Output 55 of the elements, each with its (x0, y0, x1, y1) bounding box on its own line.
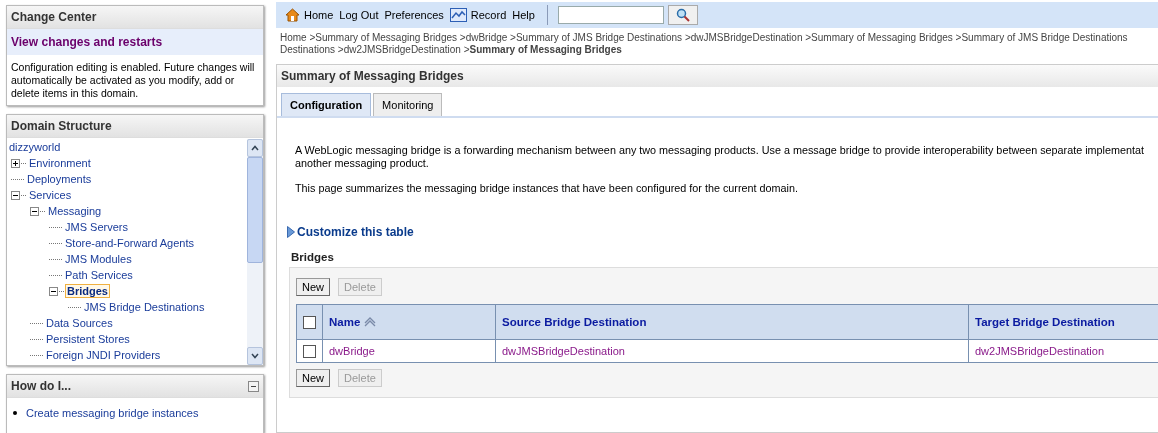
expand-icon[interactable] (11, 158, 20, 168)
search-field[interactable] (557, 6, 664, 24)
search-icon (675, 8, 690, 22)
tree-item[interactable]: JMS Servers (63, 220, 130, 234)
scroll-down-icon[interactable] (251, 353, 259, 359)
description: A WebLogic messaging bridge is a forwarding mechanism between any two messaging products. Use a message bridge to provide interoperability between separate implementat another messaging product. (295, 144, 1146, 170)
table-title: Bridges (291, 251, 335, 263)
breadcrumb[interactable]: Home >Summary of Messaging Bridges >dwBridge >Summary of JMS Bridge Destinations >dwJMSBridgeDestination >Summary of Messaging Bridges >Summary of JMS Bridge Destinations Destinations >dw2JMSBridgeDestination >Summary of Messaging Bridges (276, 28, 1158, 64)
table-cell[interactable]: dwBridge (329, 345, 375, 357)
tree-item[interactable]: Services (27, 188, 74, 202)
home-icon[interactable] (285, 8, 300, 22)
config-message: Configuration editing is enabled. Future changes will automatically be activated as you modify, add or delete items in this domain. (10, 60, 256, 101)
row-checkbox[interactable] (303, 344, 316, 358)
customize-link[interactable]: Customize this table (297, 225, 414, 239)
tree-item[interactable]: Store-and-Forward Agents (63, 236, 196, 250)
tree-item[interactable]: Foreign JNDI Providers (44, 348, 163, 362)
column-header[interactable]: Source Bridge Destination (502, 316, 647, 328)
panel-title: Change Center (7, 6, 263, 29)
collapse-icon[interactable] (30, 206, 39, 216)
sort-icon[interactable] (363, 317, 378, 327)
tree-item[interactable]: dizzyworld (7, 140, 63, 154)
tree-item[interactable]: JMS Modules (63, 252, 134, 266)
view-changes-link[interactable]: View changes and restarts (7, 29, 263, 55)
toolbar-link[interactable]: Home (304, 9, 334, 21)
collapse-icon[interactable] (49, 286, 58, 296)
scroll-up-icon[interactable] (251, 145, 259, 151)
toolbar-link[interactable]: Help (512, 9, 535, 21)
panel-title: Domain Structure (7, 115, 263, 138)
scrollbar[interactable] (247, 139, 263, 365)
tree-item[interactable]: Path Services (63, 268, 135, 282)
summary-text: This page summarizes the messaging bridge instances that have been configured for the current domain. (295, 182, 799, 195)
tree-item[interactable]: Deployments (25, 172, 94, 186)
panel-title: How do I... (11, 379, 71, 393)
page-title: Summary of Messaging Bridges (277, 65, 1158, 87)
tree-item[interactable]: Bridges (65, 284, 110, 298)
tree-item[interactable]: Environment (27, 156, 93, 170)
table-button[interactable]: New (296, 369, 330, 387)
tree-item[interactable]: Persistent Stores (44, 332, 132, 346)
column-header[interactable]: Name (329, 316, 361, 328)
tab[interactable]: Monitoring (373, 93, 443, 116)
collapse-icon[interactable] (11, 190, 20, 200)
tree-item[interactable]: JMS Bridge Destinations (82, 300, 207, 314)
tree-item[interactable]: Data Sources (44, 316, 115, 330)
toolbar-link[interactable]: Log Out (339, 9, 379, 21)
toolbar-link[interactable]: Record (470, 9, 507, 21)
collapse-icon[interactable] (248, 380, 259, 392)
chart-icon[interactable] (449, 8, 467, 22)
table-button[interactable]: New (296, 278, 330, 296)
search-button[interactable] (667, 5, 698, 25)
help-link[interactable]: Create messaging bridge instances (26, 407, 199, 419)
toolbar-link[interactable]: Preferences (384, 9, 444, 21)
tab[interactable]: Configuration (281, 93, 372, 116)
select-all-checkbox[interactable] (303, 315, 316, 329)
tree-item[interactable]: Messaging (46, 204, 104, 218)
table-cell[interactable]: dwJMSBridgeDestination (502, 345, 625, 357)
